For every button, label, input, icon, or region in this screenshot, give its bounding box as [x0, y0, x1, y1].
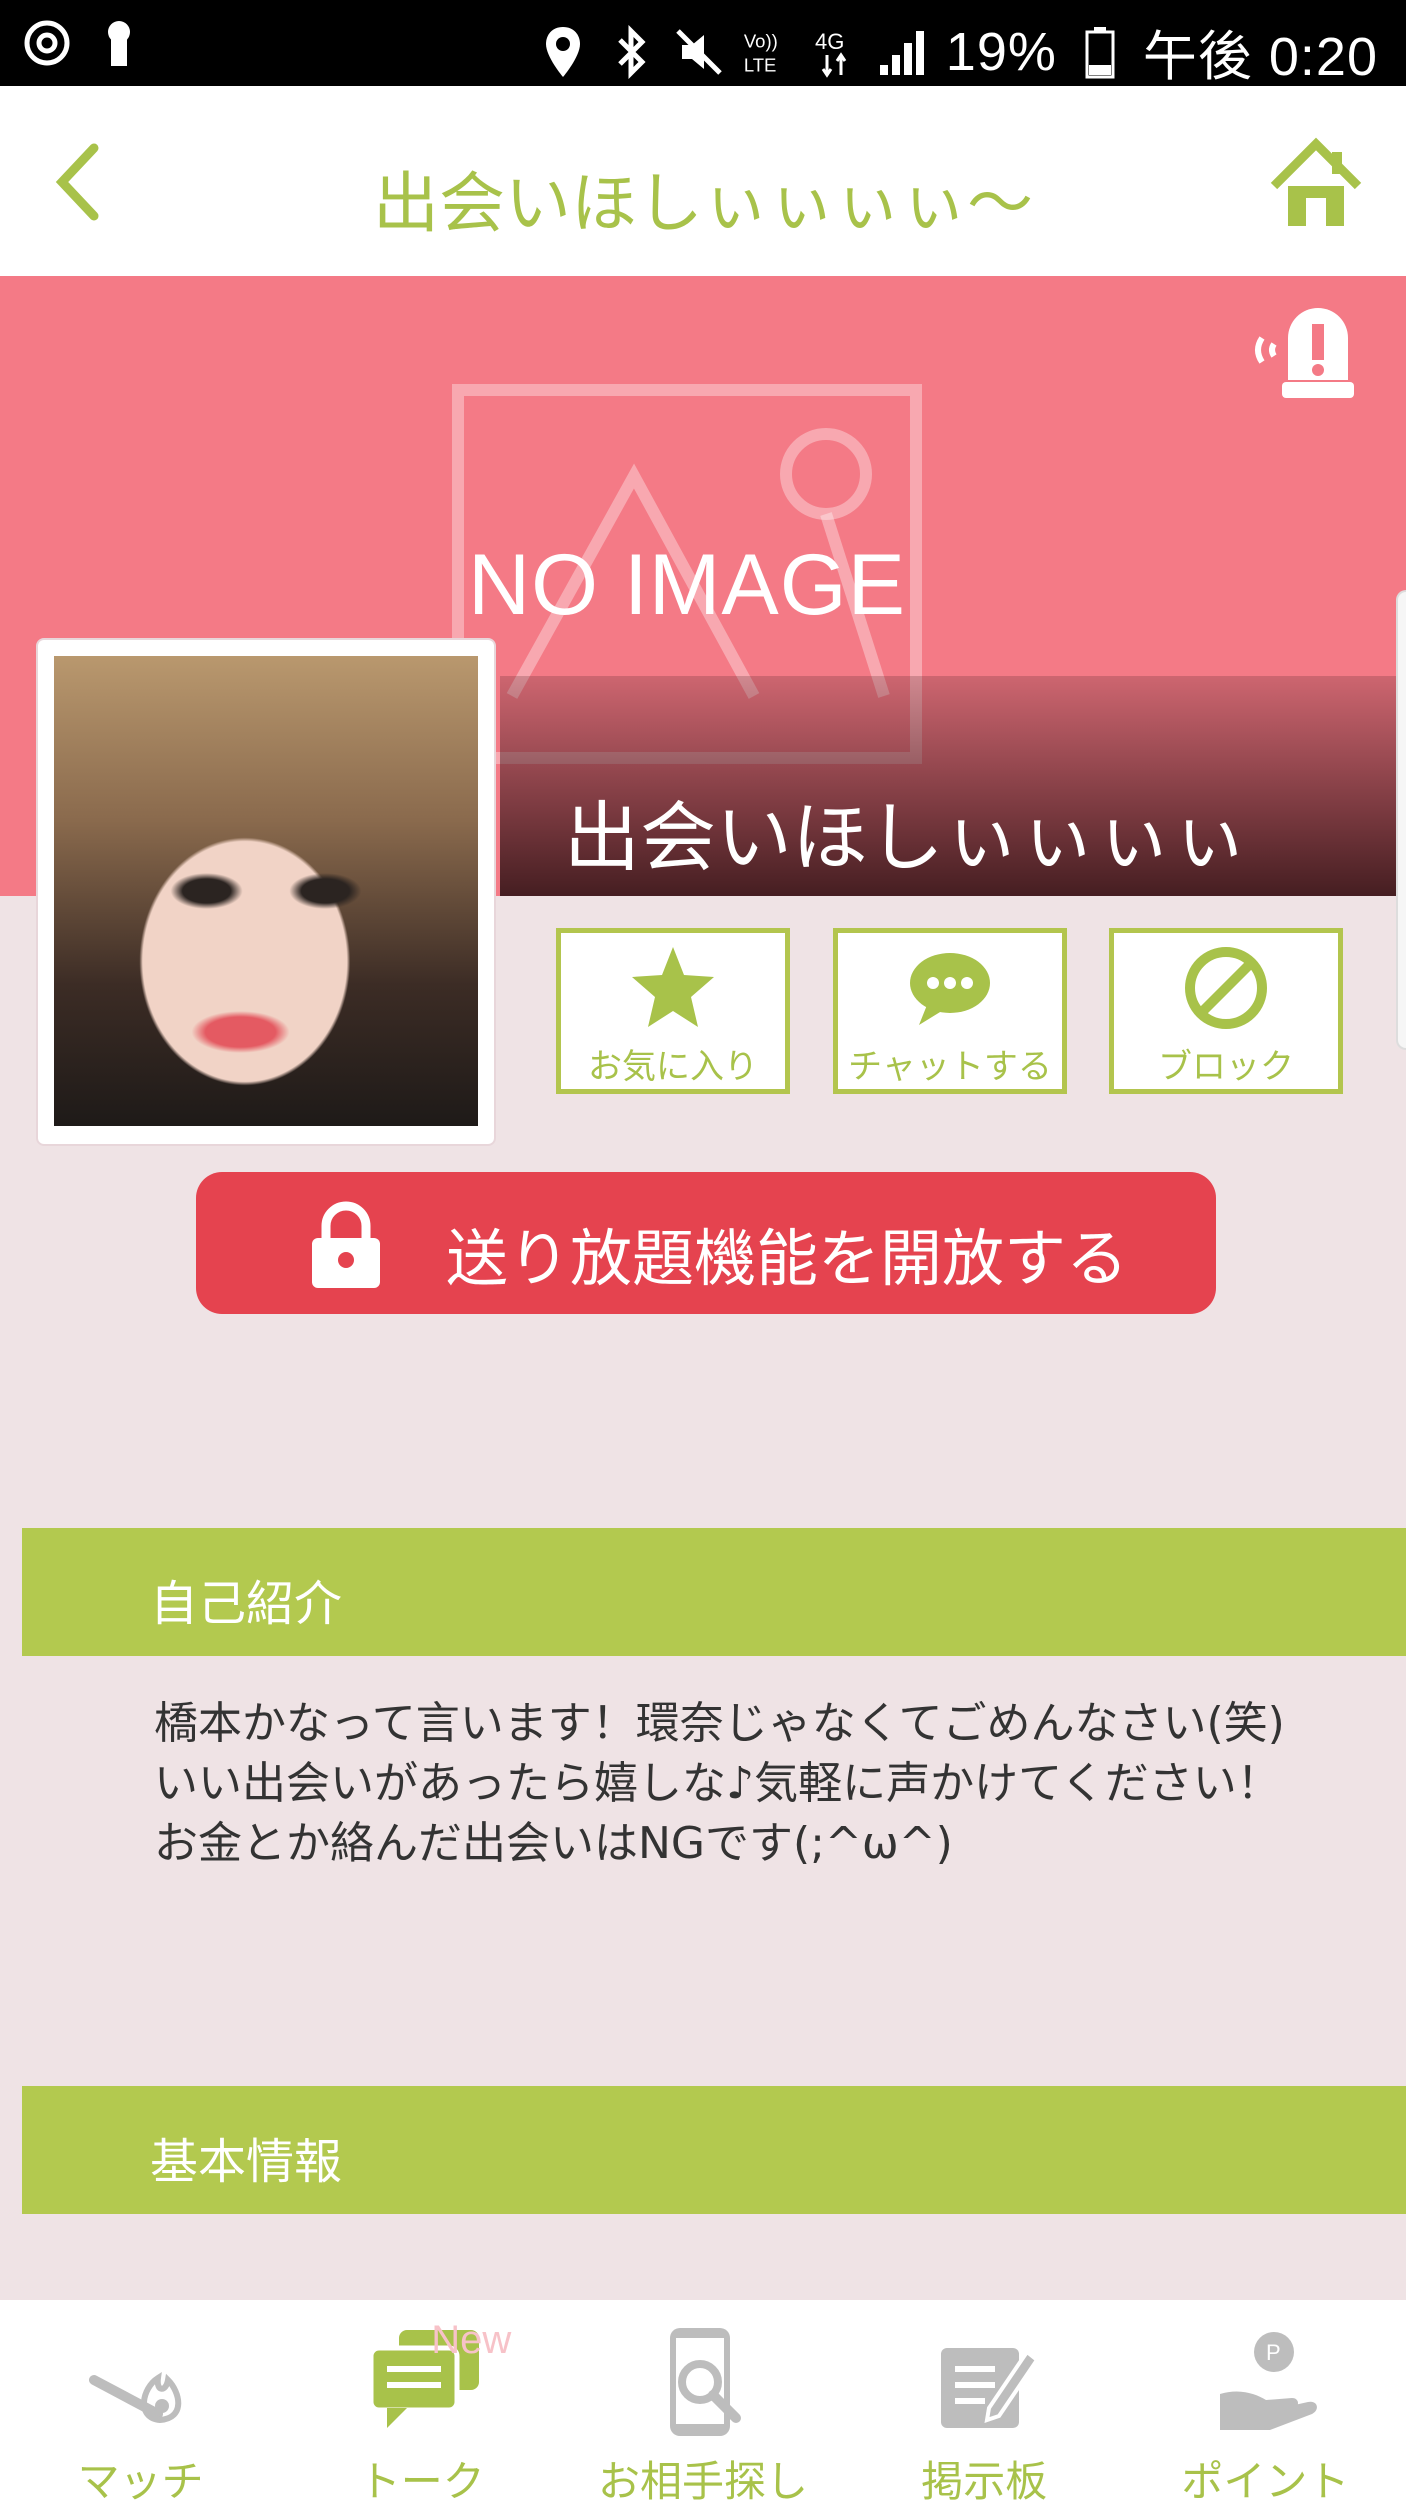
bottom-nav: マッチ New トーク お相手探し 掲示板 P ポイント	[0, 2300, 1406, 2500]
search-phone-icon	[670, 2328, 741, 2436]
unlock-unlimited-button[interactable]: 送り放題機能を開放する	[196, 1172, 1216, 1314]
basic-info-section-header: 基本情報	[22, 2086, 1406, 2214]
unlock-label: 送り放題機能を開放する	[446, 1222, 1129, 1295]
chat-label: チャットする	[848, 1047, 1052, 1087]
star-icon	[632, 947, 714, 1027]
status-bar: Vo)) LTE 4G 19% 午後 0:20	[0, 0, 1406, 87]
nav-talk[interactable]: New トーク	[281, 2300, 562, 2500]
nav-talk-label: トーク	[358, 2457, 485, 2500]
nav-bulletin-board[interactable]: 掲示板	[844, 2300, 1125, 2500]
battery-percent: 19%	[945, 21, 1057, 82]
basic-info-section-title: 基本情報	[150, 2134, 343, 2190]
intro-section-header: 自己紹介	[22, 1528, 1406, 1656]
avatar-photo	[54, 656, 478, 1126]
intro-section-title: 自己紹介	[150, 1576, 343, 1632]
block-button[interactable]: ブロック	[1109, 928, 1343, 1094]
avatar[interactable]	[38, 640, 494, 1144]
point-hand-icon: P	[1220, 2332, 1318, 2430]
mute-icon	[674, 25, 724, 79]
new-badge: New	[431, 2318, 512, 2362]
network-label: 4G	[815, 29, 844, 54]
bulletin-board-icon	[941, 2348, 1040, 2428]
nav-search[interactable]: お相手探し	[562, 2300, 843, 2500]
battery-icon	[1075, 25, 1125, 79]
network-4g-icon: 4G	[810, 25, 860, 79]
nav-points[interactable]: P ポイント	[1125, 2300, 1406, 2500]
home-button[interactable]	[1266, 134, 1366, 234]
block-icon	[1185, 947, 1267, 1029]
volte-icon: Vo)) LTE	[742, 25, 792, 79]
keyhole-icon	[94, 16, 144, 70]
profile-name: 出会いほしぃぃぃぃ	[564, 793, 1248, 882]
no-image-text: NO IMAGE	[467, 537, 907, 633]
intro-line: お金とか絡んだ出会いはNGです(;^ω^)	[154, 1818, 953, 1869]
nav-match-label: マッチ	[77, 2457, 204, 2500]
block-label: ブロック	[1158, 1047, 1294, 1087]
intro-line: 橋本かなって言います！環奈じゃなくてごめんなさい(笑)	[154, 1698, 1285, 1749]
lock-icon	[312, 1201, 380, 1288]
nav-bulletin-board-label: 掲示板	[921, 2457, 1048, 2500]
nav-match[interactable]: マッチ	[0, 2300, 281, 2500]
chat-bubble-icon	[910, 953, 990, 1025]
profile-screen: Vo)) LTE 4G 19% 午後 0:20 出会いほしぃぃぃぃ〜 NO IM…	[0, 0, 1406, 2500]
nav-search-label: お相手探し	[598, 2457, 809, 2500]
profile-name-band: 出会いほしぃぃぃぃ	[500, 676, 1406, 896]
intro-line: いい出会いがあったら嬉しな♪気軽に声かけてください！	[154, 1758, 1281, 1809]
match-icon	[88, 2372, 181, 2424]
clock: 午後 0:20	[1142, 27, 1378, 87]
favorite-button[interactable]: お気に入り	[556, 928, 790, 1094]
home-icon	[1270, 137, 1362, 226]
alarm-icon	[1255, 308, 1354, 398]
bluetooth-icon	[606, 24, 656, 79]
header: 出会いほしぃぃぃぃ〜	[0, 86, 1406, 276]
sync-icon	[22, 16, 72, 70]
report-alarm-button[interactable]	[1248, 298, 1368, 408]
location-icon	[538, 25, 588, 79]
intro-text: 橋本かなって言います！環奈じゃなくてごめんなさい(笑) いい出会いがあったら嬉し…	[154, 1694, 1354, 1874]
favorite-label: お気に入り	[588, 1047, 758, 1087]
nav-points-label: ポイント	[1181, 2457, 1350, 2500]
svg-text:P: P	[1266, 2340, 1281, 2365]
svg-text:LTE: LTE	[744, 54, 777, 75]
svg-text:Vo)): Vo))	[744, 30, 778, 51]
scroll-indicator[interactable]	[1396, 590, 1406, 1050]
chat-button[interactable]: チャットする	[833, 928, 1067, 1094]
page-title: 出会いほしぃぃぃぃ〜	[373, 165, 1033, 242]
signal-icon	[878, 25, 928, 79]
